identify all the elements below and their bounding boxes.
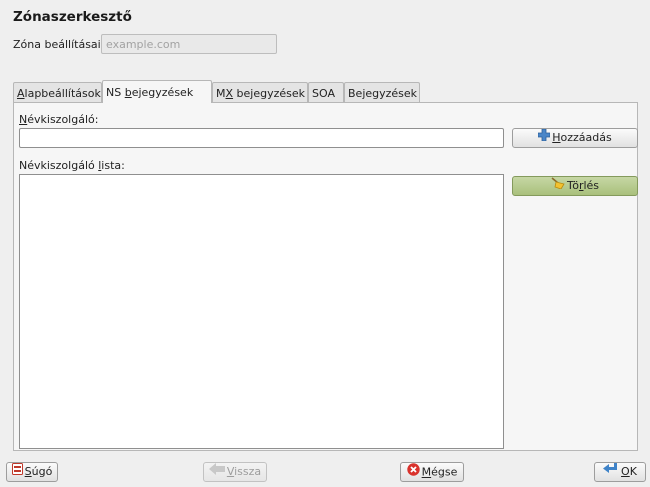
nameserver-label: Névkiszolgáló: (19, 113, 98, 126)
cancel-icon (406, 463, 420, 482)
btn-label-post: úgó (31, 465, 53, 478)
ok-button[interactable]: OK (594, 462, 646, 482)
back-button[interactable]: Vissza (203, 462, 267, 482)
tab-label-post: bejegyzések (233, 87, 306, 100)
btn-label-pre: Tö (566, 179, 579, 192)
tab-soa[interactable]: SOA (308, 82, 344, 102)
tab-label-pre: M (216, 87, 226, 100)
btn-label-post: égse (431, 465, 458, 479)
nameserver-list-label: Névkiszolgáló lista: (19, 159, 125, 172)
btn-label-post: K (629, 465, 637, 478)
back-arrow-icon (208, 463, 225, 481)
btn-label-key: S (24, 465, 32, 478)
cancel-button[interactable]: Mégse (400, 462, 464, 482)
tab-label-post: ejegyzések (131, 86, 194, 99)
tab-label-key: A (17, 87, 25, 100)
tab-label-pre: SOA (312, 87, 335, 100)
nameserver-input[interactable] (19, 128, 504, 148)
label-pre: Névkiszolgáló (19, 159, 99, 172)
tab-ns-records[interactable]: NS bejegyzések (102, 80, 212, 103)
tab-basic-settings[interactable]: Alapbeállítások (13, 82, 102, 102)
tab-records[interactable]: Bejegyzések (344, 82, 420, 102)
broom-icon (551, 177, 565, 195)
help-book-icon (11, 463, 23, 481)
tab-label-key: b (124, 86, 132, 99)
zone-settings-label: Zóna beállításai (13, 38, 101, 51)
help-button[interactable]: Súgó (6, 462, 58, 482)
nameserver-list[interactable] (19, 174, 504, 449)
label-post: ista: (101, 159, 125, 172)
btn-label-post: lés (583, 179, 600, 192)
ok-arrow-icon (603, 463, 619, 481)
dialog-title: Zónaszerkesztő (13, 9, 132, 25)
zone-name-field: example.com (101, 34, 277, 54)
btn-label-key: M (421, 465, 432, 479)
btn-label-key: H (552, 131, 561, 144)
tab-label-key: X (225, 87, 234, 100)
btn-label-post: issza (234, 465, 262, 478)
tab-label-post: lapbeállítások (24, 87, 101, 100)
label-post: évkiszolgáló: (27, 113, 99, 126)
btn-label-post: ozzáadás (560, 131, 612, 144)
btn-label-key: O (621, 465, 630, 478)
tab-label-pre: Bejegyzések (348, 87, 418, 100)
label-key: N (19, 113, 28, 126)
add-button[interactable]: Hozzáadás (512, 128, 638, 148)
delete-button[interactable]: Törlés (512, 176, 638, 196)
plus-icon (537, 128, 551, 147)
tab-mx-records[interactable]: MX bejegyzések (212, 82, 308, 102)
tab-label-pre: NS (106, 86, 125, 99)
